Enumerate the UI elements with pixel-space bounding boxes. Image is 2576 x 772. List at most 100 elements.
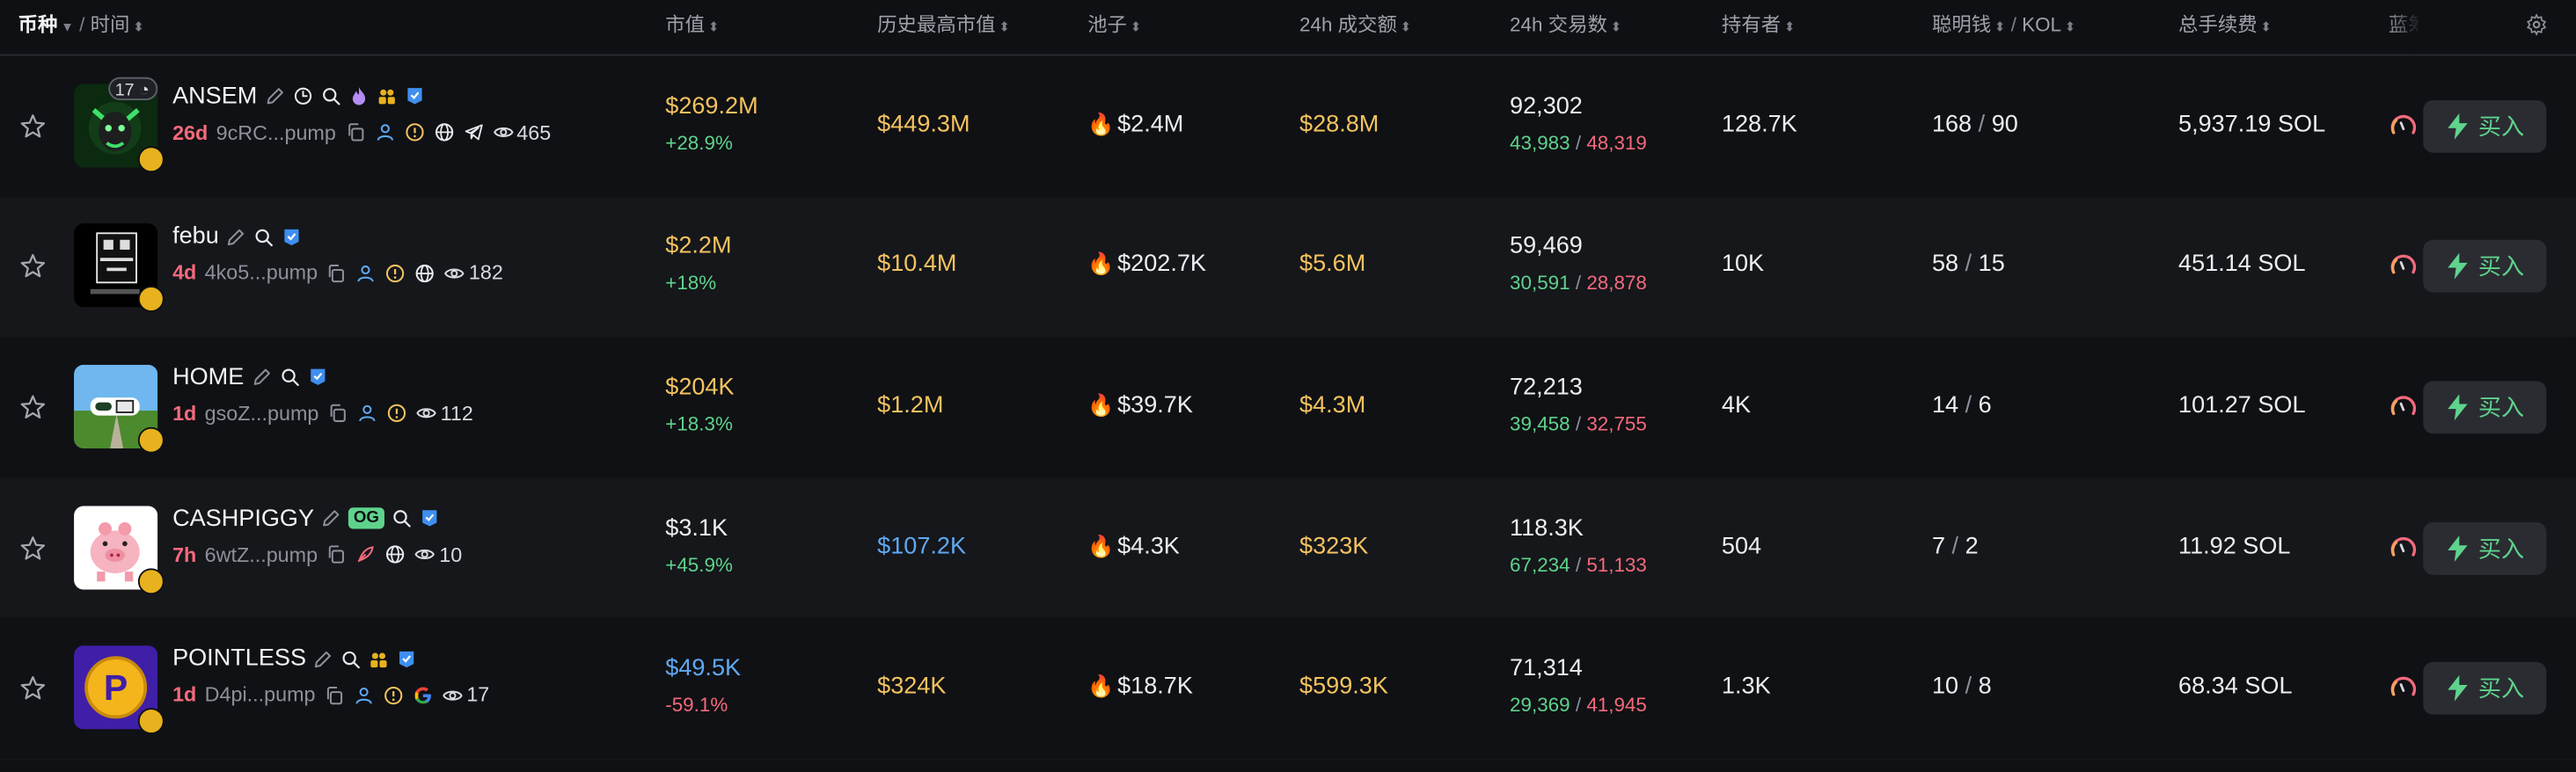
token-table: 币种 ▼ / 时间 ⬍ 市值 ⬍ 历史最高市值 ⬍ 池子 ⬍ 24h 成交额 ⬍ 24h 交… <box>0 0 2576 772</box>
sort-pool[interactable]: 池子 ⬍ <box>1087 0 1141 51</box>
user-icon[interactable] <box>356 404 377 425</box>
token-symbol[interactable]: ANSEM <box>172 84 257 110</box>
warning-icon[interactable] <box>385 263 406 284</box>
smart-money-count: 168 <box>1931 111 1972 138</box>
smart-kol: 10 / 8 <box>1932 674 1992 700</box>
feather-icon[interactable] <box>355 544 377 565</box>
holders-count: 1.3K <box>1721 674 1771 701</box>
buy-button[interactable]: 买入 <box>2423 521 2547 575</box>
pump-badge-icon <box>137 286 165 313</box>
token-symbol[interactable]: CASHPIGGY <box>172 506 314 532</box>
globe-icon[interactable] <box>414 263 435 284</box>
globe-icon[interactable] <box>385 544 406 565</box>
tx-sell: 51,133 <box>1586 552 1647 576</box>
star-icon[interactable] <box>18 252 48 282</box>
verified-badge-icon[interactable] <box>404 86 425 107</box>
sort-mcap[interactable]: 市值 ⬍ <box>665 0 719 51</box>
buy-button[interactable]: 买入 <box>2423 381 2547 434</box>
buy-button[interactable]: 买入 <box>2423 99 2547 153</box>
edit-icon[interactable] <box>321 507 342 528</box>
header-time[interactable]: 时间 <box>91 13 130 36</box>
search-icon[interactable] <box>340 648 362 669</box>
table-row[interactable]: febu 4d 4ko5...pump 182 $2.2M +18% $10.4… <box>0 196 2576 339</box>
smart-sep: / <box>1965 674 1972 701</box>
globe-icon[interactable] <box>433 122 454 143</box>
table-row[interactable]: CASHPIGGY OG 7h 6wtZ...pump 10 $3.1K +45… <box>0 477 2576 620</box>
smart-kol: 7 / 2 <box>1932 533 1979 559</box>
buy-button[interactable]: 买入 <box>2423 662 2547 715</box>
smart-sep: / <box>1965 392 1972 419</box>
verified-badge-icon[interactable] <box>397 648 418 669</box>
user-icon[interactable] <box>353 684 374 705</box>
verified-badge-icon[interactable] <box>419 507 440 528</box>
pump-badge-icon <box>137 708 165 735</box>
sort-ath[interactable]: 历史最高市值 ⬍ <box>877 0 1010 51</box>
copy-icon[interactable] <box>344 122 365 143</box>
token-address[interactable]: 4ko5...pump <box>205 262 318 285</box>
buy-button[interactable]: 买入 <box>2423 240 2547 294</box>
edit-icon[interactable] <box>225 227 246 248</box>
copy-icon[interactable] <box>326 263 347 284</box>
google-icon[interactable] <box>413 684 434 705</box>
ath-market-cap: $449.3M <box>877 111 970 138</box>
tx-total: 92,302 <box>1510 93 1583 120</box>
copy-icon[interactable] <box>327 404 348 425</box>
sort-fees[interactable]: 总手续费 ⬍ <box>2178 0 2272 51</box>
flame-icon <box>352 87 365 106</box>
verified-badge-icon[interactable] <box>306 367 327 388</box>
token-address[interactable]: gsoZ...pump <box>205 403 319 426</box>
user-icon[interactable] <box>355 263 377 284</box>
tx-buy: 43,983 <box>1510 131 1570 155</box>
token-symbol[interactable]: HOME <box>172 365 244 391</box>
mcap-change: -59.1% <box>665 693 728 717</box>
user-icon[interactable] <box>374 122 395 143</box>
verified-badge-icon[interactable] <box>282 227 303 248</box>
header-kol[interactable]: KOL <box>2022 13 2061 36</box>
ath-market-cap: $324K <box>877 674 947 701</box>
volume-24h: $5.6M <box>1299 251 1366 279</box>
pump-badge-icon <box>137 145 165 172</box>
search-icon[interactable] <box>279 367 300 388</box>
sort-icon: ⬍ <box>707 19 720 35</box>
sort-coin[interactable]: 币种 ▼ / 时间 ⬍ <box>18 0 144 51</box>
tx-buy-sell: 29,369 / 41,945 <box>1510 694 1647 717</box>
views-number: 112 <box>440 402 473 426</box>
token-symbol[interactable]: febu <box>172 224 219 251</box>
telegram-icon[interactable] <box>463 122 484 143</box>
search-icon[interactable] <box>319 86 340 107</box>
pool-amount: $18.7K <box>1117 674 1193 701</box>
token-address[interactable]: D4pi...pump <box>205 683 316 706</box>
table-row[interactable]: HOME 1d gsoZ...pump 112 $204K +18.3% $1.… <box>0 337 2576 479</box>
edit-icon[interactable] <box>251 367 272 388</box>
search-icon[interactable] <box>253 227 274 248</box>
token-address[interactable]: 9cRC...pump <box>216 121 336 144</box>
token-address[interactable]: 6wtZ...pump <box>205 543 318 566</box>
sort-tx[interactable]: 24h 交易数 ⬍ <box>1510 0 1621 51</box>
search-icon[interactable] <box>391 507 412 528</box>
star-icon[interactable] <box>18 674 48 703</box>
clock-icon[interactable] <box>292 86 313 107</box>
table-row[interactable]: P POINTLESS 1d D4pi...pump 17 $49.5K -59… <box>0 618 2576 761</box>
warning-icon[interactable] <box>383 684 404 705</box>
views-count: 10 <box>414 543 462 566</box>
table-row[interactable]: ANSEM 26d 9cRC...pump 465 $269.2M +28.9%… <box>0 55 2576 199</box>
edit-icon[interactable] <box>313 648 334 669</box>
star-icon[interactable] <box>18 112 48 142</box>
smart-kol: 58 / 15 <box>1932 252 2005 279</box>
sort-smart[interactable]: 聪明钱 ⬍ / KOL ⬍ <box>1932 0 2075 51</box>
copy-icon[interactable] <box>326 544 347 565</box>
gear-icon[interactable] <box>2525 13 2548 36</box>
edit-icon[interactable] <box>264 86 285 107</box>
header-smart: 聪明钱 <box>1931 12 1992 37</box>
sort-vol[interactable]: 24h 成交额 ⬍ <box>1299 0 1411 51</box>
star-icon[interactable] <box>18 533 48 563</box>
token-symbol[interactable]: POINTLESS <box>172 646 306 673</box>
sort-holders[interactable]: 持有者 ⬍ <box>1722 0 1796 51</box>
copy-icon[interactable] <box>324 684 345 705</box>
star-icon[interactable] <box>18 392 48 422</box>
group-icon <box>377 90 395 105</box>
tx-buy-sell: 39,458 / 32,755 <box>1510 412 1647 435</box>
warning-icon[interactable] <box>386 404 407 425</box>
warning-icon[interactable] <box>403 122 424 143</box>
ath-market-cap: $107.2K <box>877 533 967 560</box>
